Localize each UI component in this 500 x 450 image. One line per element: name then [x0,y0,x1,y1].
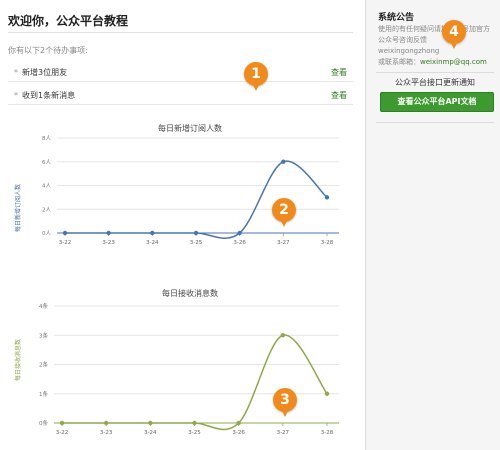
x-tick-label: 3-23 [100,430,113,436]
y-tick-label: 1条 [39,390,48,398]
announcement-title: 系统公告 [378,13,415,23]
messages-chart-ylabel: 每日接收消息数 [14,339,22,381]
data-point [148,420,153,426]
callout-badge-4: 4 [442,20,466,49]
data-point [237,230,242,236]
callout-badge-2: 2 [272,198,296,227]
y-tick-label: 6人 [42,159,51,166]
announcement-line: 使用的有任何疑问请加微信号加官方公众号咨询反馈 [378,25,490,44]
sidebar-divider [376,72,494,73]
x-tick-label: 3-25 [190,240,203,246]
x-tick-label: 3-24 [144,430,157,436]
y-tick-label: 0条 [39,419,48,427]
data-point [106,230,111,236]
todo-intro: 你有以下2个待办事项: [8,46,88,55]
sidebar-divider [376,122,494,123]
data-point [150,230,155,236]
messages-chart: 每日接收消息数 0条 1条 2条 3条 4条 3-22 3-23 3-24 3-25 3-26 3-… [14,302,339,436]
x-tick-label: 3-22 [56,430,68,436]
todo-item-friends: 新增3位朋友 查看 [8,63,353,82]
y-tick-label: 2条 [39,361,48,369]
x-tick-label: 3-22 [59,240,71,246]
todo-item-messages: 收到1条新消息 查看 [8,86,353,105]
y-tick-label: 2人 [42,206,51,213]
announcement-wechat: weixingongzhong [378,47,440,55]
x-tick-label: 3-26 [233,240,246,246]
data-point [324,391,330,396]
data-point [193,230,199,236]
main-panel: 欢迎你，公众平台教程 你有以下2个待办事项: 新增3位朋友 查看 收到1条新消息… [0,0,365,450]
data-point [281,159,286,164]
divider [8,32,353,33]
api-update-link[interactable]: 公众平台接口更新通知 [376,77,494,88]
view-friends-link[interactable]: 查看 [331,67,347,78]
todo-label: 新增3位朋友 [14,67,67,78]
y-tick-label: 4条 [39,302,48,310]
data-point [59,420,65,426]
data-point [103,420,109,426]
x-tick-label: 3-28 [321,240,334,246]
x-tick-label: 3-25 [188,430,201,436]
x-tick-label: 3-23 [102,240,115,246]
y-tick-label: 4人 [42,183,51,190]
x-tick-label: 3-28 [321,430,334,436]
y-tick-label: 0人 [42,230,51,237]
x-tick-label: 3-26 [232,430,245,436]
email-label: 或联系邮箱： [378,58,420,66]
subscribers-chart-ylabel: 每日新增订阅人数 [14,184,22,232]
announcement-text: 使用的有任何疑问请加微信号加官方公众号咨询反馈 weixingongzhong … [378,24,493,68]
subscribers-chart: 每日新增订阅人数 0人 2人 4人 6人 8人 3-22 3-23 3-24 3-25 3-26 3… [14,135,339,246]
data-point [62,230,68,236]
callout-badge-3: 3 [273,388,297,417]
y-tick-label: 8人 [42,135,51,142]
data-point [236,420,241,426]
data-point [192,420,197,426]
x-tick-label: 3-27 [277,430,290,436]
email-link[interactable]: weixinmp@qq.com [420,58,487,66]
y-tick-label: 3条 [39,331,48,339]
x-tick-label: 3-24 [146,240,159,246]
data-point [280,333,286,338]
data-point [324,195,330,200]
page-title: 欢迎你，公众平台教程 [8,14,129,28]
sidebar: 系统公告 使用的有任何疑问请加微信号加官方公众号咨询反馈 weixingongz… [365,0,500,450]
todo-label: 收到1条新消息 [14,90,75,101]
view-messages-link[interactable]: 查看 [331,90,347,101]
api-docs-button[interactable]: 查看公众平台API文档 [380,92,494,112]
callout-badge-1: 1 [244,62,268,91]
x-tick-label: 3-27 [277,240,290,246]
